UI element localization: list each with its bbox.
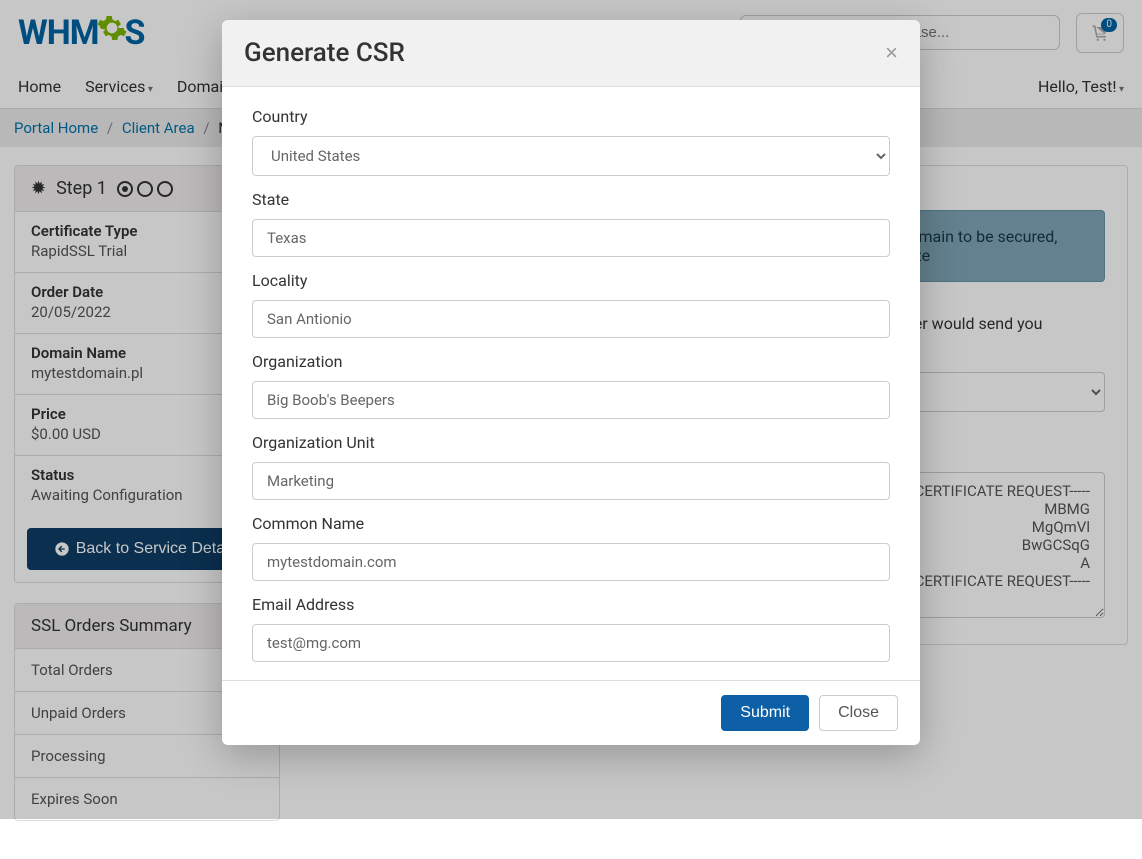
common-name-input[interactable] (252, 543, 890, 581)
modal-title: Generate CSR (244, 38, 405, 68)
email-label: Email Address (252, 595, 890, 614)
organization-unit-input[interactable] (252, 462, 890, 500)
email-input[interactable] (252, 624, 890, 662)
locality-input[interactable] (252, 300, 890, 338)
organization-input[interactable] (252, 381, 890, 419)
modal-header: Generate CSR × (222, 20, 920, 87)
locality-label: Locality (252, 271, 890, 290)
close-button[interactable]: Close (819, 695, 898, 731)
cn-label: Common Name (252, 514, 890, 533)
close-icon[interactable]: × (885, 40, 898, 66)
generate-csr-modal: Generate CSR × Country United States Sta… (222, 20, 920, 745)
modal-footer: Submit Close (222, 680, 920, 745)
country-select[interactable]: United States (252, 136, 890, 176)
state-label: State (252, 190, 890, 209)
submit-button[interactable]: Submit (721, 695, 809, 731)
org-label: Organization (252, 352, 890, 371)
state-input[interactable] (252, 219, 890, 257)
country-label: Country (252, 107, 890, 126)
ou-label: Organization Unit (252, 433, 890, 452)
